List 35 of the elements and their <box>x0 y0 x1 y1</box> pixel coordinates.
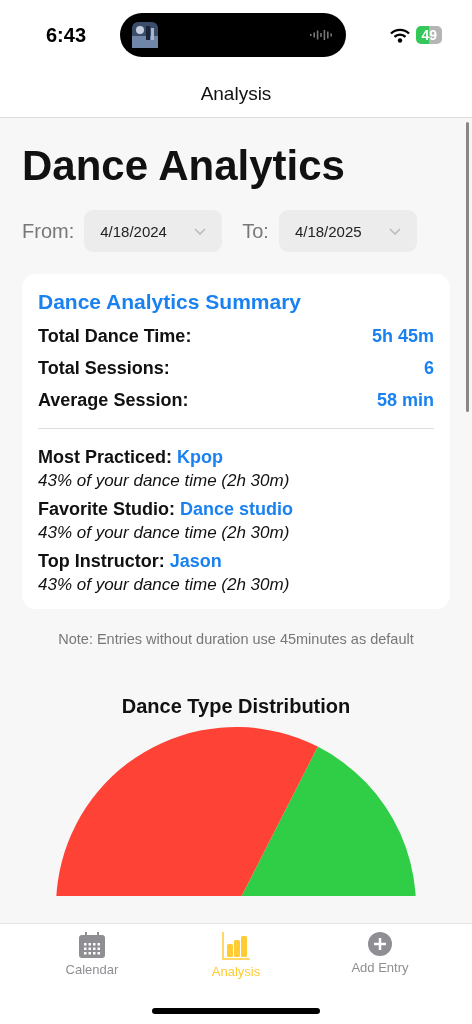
note-text: Note: Entries without duration use 45minutes as default <box>57 631 415 647</box>
tab-item[interactable]: Add Entry <box>325 932 435 982</box>
chart-title: Dance Type Distribution <box>120 695 352 718</box>
waveform-icon <box>310 29 334 41</box>
wifi-icon <box>390 27 411 43</box>
stat-label: Total Dance Time: <box>38 325 192 347</box>
plus-circle-icon <box>368 932 392 956</box>
stat-label: Total Sessions: <box>38 357 170 379</box>
date-picker[interactable]: 4/18/2025 <box>278 210 417 252</box>
nav-title: Analysis <box>200 82 272 105</box>
to-label: To: <box>242 219 269 243</box>
highlight-detail: 43% of your dance time (2h 30m) <box>38 523 291 543</box>
chevron-down-icon <box>388 227 401 235</box>
stat-value: 6 <box>424 357 434 379</box>
page-heading: Dance Analytics <box>22 142 346 190</box>
calendar-icon <box>79 932 105 958</box>
highlight-label: Most Practiced: <box>38 447 173 468</box>
status-time: 6:43 <box>46 23 88 47</box>
from-label: From: <box>22 219 75 243</box>
tab-item[interactable]: Calendar <box>37 932 147 982</box>
highlight-value: Jason <box>169 551 222 572</box>
chevron-down-icon <box>194 227 207 235</box>
highlight-detail: 43% of your dance time (2h 30m) <box>38 575 291 595</box>
highlight-label: Favorite Studio: <box>38 499 175 520</box>
card-title: Dance Analytics Summary <box>38 290 302 314</box>
battery-level: 49 <box>416 26 442 44</box>
highlight-value: Dance studio <box>180 499 294 520</box>
stat-value: 5h 45m <box>371 325 434 347</box>
highlight-label: Top Instructor: <box>38 551 165 572</box>
date-picker[interactable]: 4/18/2024 <box>84 210 223 252</box>
stat-value: 58 min <box>376 389 434 411</box>
stat-label: Average Session: <box>38 389 189 411</box>
highlight-detail: 43% of your dance time (2h 30m) <box>38 471 291 491</box>
bar-chart-icon <box>222 932 250 960</box>
highlight-value: Kpop <box>177 447 224 468</box>
